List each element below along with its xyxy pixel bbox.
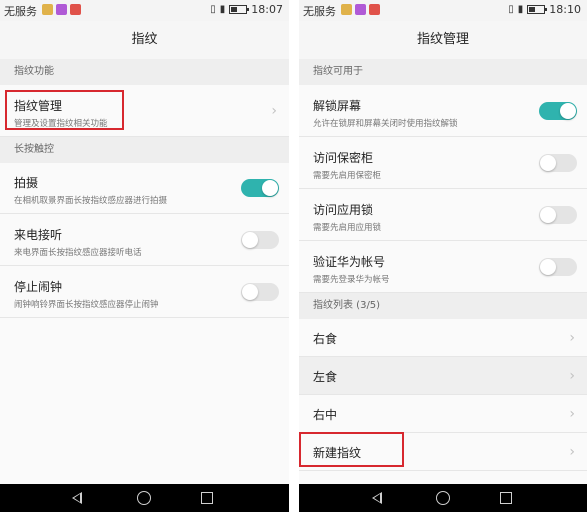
huawei-id-toggle[interactable]: [539, 257, 577, 276]
status-bar: 无服务 ▯ ▮ 18:10: [299, 0, 587, 21]
section-header-fingerprint-list: 指纹列表 (3/5): [299, 293, 587, 319]
chevron-right-icon: ›: [271, 102, 277, 119]
recents-icon[interactable]: [500, 491, 512, 504]
toggle-row-capture[interactable]: 拍摄 在相机取景界面长按指纹感应器进行拍摄: [0, 163, 289, 214]
toggle-knob: [540, 206, 556, 223]
fingerprint-item[interactable]: 左食 ›: [299, 357, 587, 395]
answer-call-toggle[interactable]: [241, 230, 279, 249]
fingerprint-item[interactable]: 右食 ›: [299, 319, 587, 357]
chevron-right-icon: ›: [569, 405, 575, 422]
toggle-knob: [560, 102, 576, 119]
back-icon[interactable]: [372, 492, 382, 504]
toggle-row-unlock-screen[interactable]: 解锁屏幕 允许在锁屏和屏幕关闭时使用指纹解锁: [299, 85, 587, 137]
toggle-knob: [262, 180, 278, 196]
app-icon: [355, 4, 366, 15]
item-title: 右食: [313, 332, 338, 346]
app-icon: [70, 4, 81, 15]
status-time: 18:07: [251, 3, 283, 16]
section-header-usable-for: 指纹可用于: [299, 59, 587, 85]
app-lock-toggle[interactable]: [539, 205, 577, 224]
carrier-label: 无服务: [4, 5, 37, 18]
home-icon[interactable]: [436, 491, 450, 505]
toggle-knob: [242, 231, 258, 248]
unlock-screen-toggle[interactable]: [539, 101, 577, 120]
gallery-icon: [341, 4, 352, 15]
stop-alarm-toggle[interactable]: [241, 282, 279, 301]
toggle-row-app-lock[interactable]: 访问应用锁 需要先启用应用锁: [299, 189, 587, 241]
signal-icon: ▮: [219, 4, 226, 15]
toggle-row-stop-alarm[interactable]: 停止闹钟 闹钟响铃界面长按指纹感应器停止闹钟: [0, 266, 289, 318]
carrier-label: 无服务: [303, 5, 336, 18]
fingerprint-item[interactable]: 右中 ›: [299, 395, 587, 433]
section-header-long-press: 长按触控: [0, 137, 289, 163]
toggle-knob: [540, 154, 556, 171]
signal-icon: ▮: [517, 4, 524, 15]
battery-icon: [527, 5, 548, 14]
highlight-box: [299, 432, 404, 467]
navigation-bar: [299, 484, 587, 512]
section-header-fingerprint-functions: 指纹功能: [0, 59, 289, 85]
toggle-row-huawei-id[interactable]: 验证华为帐号 需要先登录华为帐号: [299, 241, 587, 293]
page-title: 指纹管理: [299, 21, 587, 59]
battery-icon: [229, 5, 250, 14]
gallery-icon: [42, 4, 53, 15]
vibrate-icon: ▯: [508, 4, 514, 15]
right-phone-screen: 无服务 ▯ ▮ 18:10 指纹管理 指纹可用于 解锁屏幕 允许在锁屏和屏幕关闭…: [299, 0, 587, 512]
highlight-box: [5, 90, 124, 130]
status-bar: 无服务 ▯ ▮ 18:07: [0, 0, 289, 21]
safe-toggle[interactable]: [539, 153, 577, 172]
home-icon[interactable]: [137, 491, 151, 505]
app-icon: [369, 4, 380, 15]
capture-toggle[interactable]: [241, 179, 279, 197]
chevron-right-icon: ›: [569, 443, 575, 460]
chevron-right-icon: ›: [569, 367, 575, 384]
item-title: 左食: [313, 370, 338, 384]
toggle-knob: [540, 258, 556, 275]
toggle-row-answer-call[interactable]: 来电接听 来电界面长按指纹感应器接听电话: [0, 214, 289, 266]
status-time: 18:10: [549, 3, 581, 16]
item-title: 右中: [313, 408, 338, 422]
recents-icon[interactable]: [201, 491, 213, 504]
app-icon: [56, 4, 67, 15]
vibrate-icon: ▯: [210, 4, 216, 15]
navigation-bar: [0, 484, 289, 512]
toggle-row-safe[interactable]: 访问保密柜 需要先启用保密柜: [299, 137, 587, 189]
page-title: 指纹: [0, 21, 289, 59]
back-icon[interactable]: [72, 492, 82, 504]
toggle-knob: [242, 283, 258, 300]
left-phone-screen: 无服务 ▯ ▮ 18:07 指纹 指纹功能 指纹管理 管理及设置指纹相关功能 ›…: [0, 0, 289, 512]
chevron-right-icon: ›: [569, 329, 575, 346]
